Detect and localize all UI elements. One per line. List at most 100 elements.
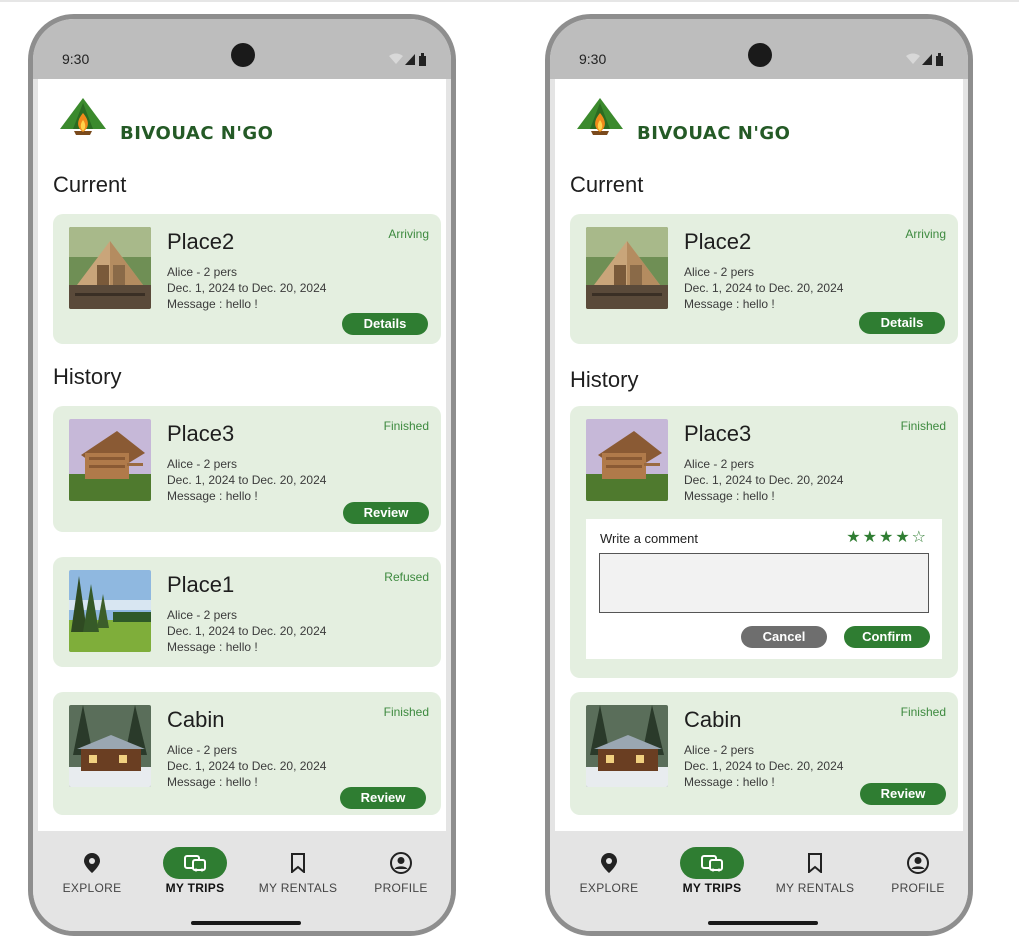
camera-cutout [748, 43, 772, 67]
trip-card[interactable]: Place1 Refused Alice - 2 pers Dec. 1, 20… [53, 557, 441, 667]
bottom-navigation: EXPLORE MY TRIPS MY RENTALS PROFILE [33, 831, 451, 931]
trip-card-expanded[interactable]: Place3 Finished Alice - 2 pers Dec. 1, 2… [570, 406, 958, 678]
place-photo-cabin [69, 419, 151, 501]
status-badge: Finished [383, 705, 429, 719]
trips-icon [680, 847, 744, 879]
comment-textarea[interactable] [599, 553, 929, 613]
brand-name: BIVOUAC N'GO [637, 123, 791, 144]
tent-campfire-icon [577, 98, 623, 135]
trip-message: Message : hello ! [684, 297, 775, 311]
nav-label: MY TRIPS [682, 881, 742, 895]
location-pin-icon [577, 847, 641, 879]
status-badge: Finished [900, 705, 946, 719]
place-photo-snow-cabin [69, 705, 151, 787]
trip-guests: Alice - 2 pers [684, 743, 755, 757]
comment-label: Write a comment [600, 531, 699, 546]
star-rating[interactable]: ★★★★☆ [846, 527, 928, 546]
trip-dates: Dec. 1, 2024 to Dec. 20, 2024 [684, 281, 844, 295]
nav-label: EXPLORE [62, 881, 122, 895]
trip-card[interactable]: Cabin Finished Alice - 2 pers Dec. 1, 20… [53, 692, 441, 815]
profile-icon [369, 847, 433, 879]
place-photo-cabin [586, 419, 668, 501]
history-heading: History [570, 367, 639, 392]
trip-message: Message : hello ! [167, 775, 258, 789]
review-button[interactable]: Review [860, 783, 946, 805]
trip-message: Message : hello ! [167, 489, 258, 503]
phone-frame-list: 9:30 BIVOUAC N'GO Current Place2 Arrivin… [28, 14, 456, 936]
location-pin-icon [60, 847, 124, 879]
place-photo-tent [586, 227, 668, 309]
nav-item-my-trips[interactable]: MY TRIPS [145, 831, 245, 911]
bookmark-icon [783, 847, 847, 879]
nav-item-my-rentals[interactable]: MY RENTALS [765, 831, 865, 911]
current-heading: Current [53, 172, 127, 197]
nav-item-explore[interactable]: EXPLORE [559, 831, 659, 911]
trip-title: Cabin [167, 707, 225, 732]
trip-message: Message : hello ! [684, 775, 775, 789]
nav-label: EXPLORE [579, 881, 639, 895]
nav-item-my-trips[interactable]: MY TRIPS [662, 831, 762, 911]
status-badge: Arriving [905, 227, 946, 241]
top-divider [0, 0, 1019, 2]
details-button[interactable]: Details [859, 312, 945, 334]
app-screen: BIVOUAC N'GO Current Place2 Arriving Ali… [555, 79, 963, 831]
status-time: 9:30 [579, 51, 607, 67]
status-badge: Finished [383, 419, 429, 433]
trip-message: Message : hello ! [167, 640, 258, 654]
details-button[interactable]: Details [342, 313, 428, 335]
review-button[interactable]: Review [343, 502, 429, 524]
signal-battery-icon [906, 53, 943, 66]
status-bar: 9:30 [33, 19, 451, 79]
camera-cutout [231, 43, 255, 67]
confirm-button[interactable]: Confirm [844, 626, 930, 648]
brand-name: BIVOUAC N'GO [120, 123, 274, 144]
nav-item-explore[interactable]: EXPLORE [42, 831, 142, 911]
trip-title: Place1 [167, 572, 235, 597]
nav-label: MY RENTALS [775, 881, 855, 895]
nav-item-profile[interactable]: PROFILE [868, 831, 968, 911]
trip-dates: Dec. 1, 2024 to Dec. 20, 2024 [684, 473, 844, 487]
trip-title: Place2 [167, 229, 235, 254]
status-badge: Finished [900, 419, 946, 433]
place-photo-snow-cabin [586, 705, 668, 787]
trip-card[interactable]: Place3 Finished Alice - 2 pers Dec. 1, 2… [53, 406, 441, 532]
nav-item-profile[interactable]: PROFILE [351, 831, 451, 911]
nav-item-my-rentals[interactable]: MY RENTALS [248, 831, 348, 911]
trip-message: Message : hello ! [684, 489, 775, 503]
trip-title: Place3 [167, 421, 235, 446]
current-heading: Current [570, 172, 644, 197]
app-screen: BIVOUAC N'GO Current Place2 Arriving Ali… [38, 79, 446, 831]
status-badge: Refused [384, 570, 429, 584]
trip-message: Message : hello ! [167, 297, 258, 311]
trip-card[interactable]: Cabin Finished Alice - 2 pers Dec. 1, 20… [570, 692, 958, 815]
profile-icon [886, 847, 950, 879]
trip-dates: Dec. 1, 2024 to Dec. 20, 2024 [684, 759, 844, 773]
place-photo-meadow [69, 570, 151, 652]
bookmark-icon [266, 847, 330, 879]
review-form: Write a comment ★★★★☆ Cancel Confirm [586, 519, 942, 659]
trip-guests: Alice - 2 pers [684, 265, 755, 279]
tent-campfire-icon [60, 98, 106, 135]
nav-label: MY RENTALS [258, 881, 338, 895]
history-heading: History [53, 364, 122, 389]
trip-card[interactable]: Place2 Arriving Alice - 2 pers Dec. 1, 2… [53, 214, 441, 344]
trip-dates: Dec. 1, 2024 to Dec. 20, 2024 [167, 759, 327, 773]
signal-battery-icon [389, 53, 426, 66]
trip-title: Cabin [684, 707, 742, 732]
review-button[interactable]: Review [340, 787, 426, 809]
home-indicator[interactable] [191, 921, 301, 925]
trip-dates: Dec. 1, 2024 to Dec. 20, 2024 [167, 281, 327, 295]
nav-label: MY TRIPS [165, 881, 225, 895]
trips-icon [163, 847, 227, 879]
trip-dates: Dec. 1, 2024 to Dec. 20, 2024 [167, 624, 327, 638]
trip-guests: Alice - 2 pers [684, 457, 755, 471]
status-badge: Arriving [388, 227, 429, 241]
trip-title: Place3 [684, 421, 752, 446]
trip-card[interactable]: Place2 Arriving Alice - 2 pers Dec. 1, 2… [570, 214, 958, 344]
cancel-button[interactable]: Cancel [741, 626, 827, 648]
trip-guests: Alice - 2 pers [167, 743, 238, 757]
place-photo-tent [69, 227, 151, 309]
home-indicator[interactable] [708, 921, 818, 925]
nav-label: PROFILE [891, 881, 945, 895]
phone-frame-review: 9:30 BIVOUAC N'GO Current Place2 Arrivin… [545, 14, 973, 936]
